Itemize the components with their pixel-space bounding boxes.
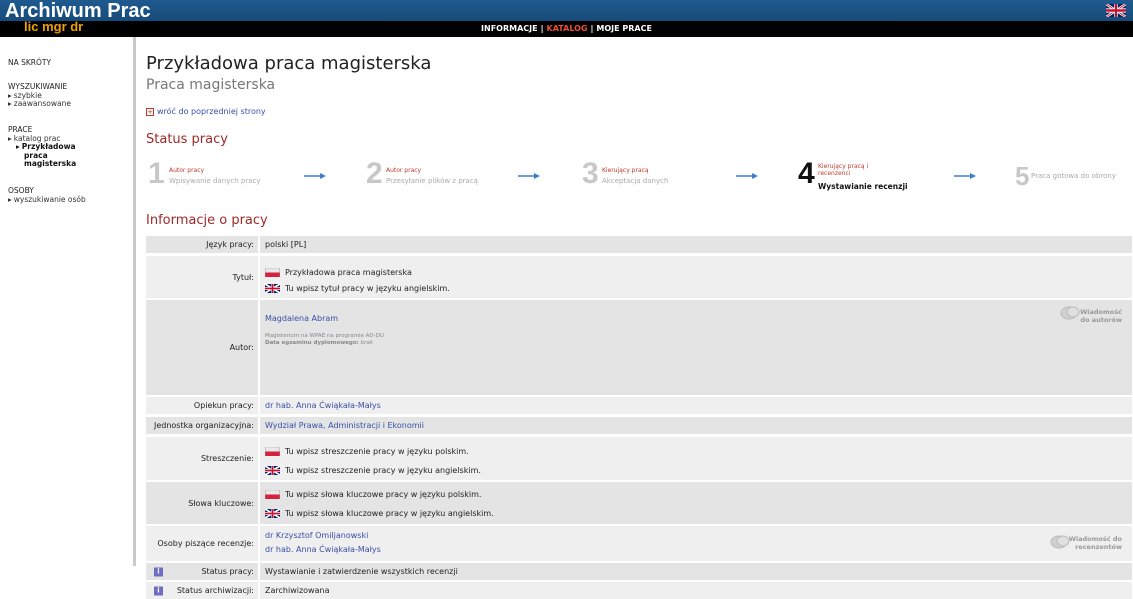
logo[interactable]: Archiwum Prac bbox=[5, 1, 151, 21]
uk-flag-icon bbox=[265, 466, 280, 475]
row-label: Streszczenie: bbox=[146, 437, 258, 480]
header-bar bbox=[0, 0, 1133, 21]
sidebar-item-current-work-line3[interactable]: magisterska bbox=[8, 159, 76, 169]
table-row-archive: i Status archiwizacji: Zarchiwizowana bbox=[146, 582, 1132, 599]
row-label: Opiekun pracy: bbox=[146, 397, 258, 414]
table-row-keywords: Słowa kluczowe: Tu wpisz słowa kluczowe … bbox=[146, 482, 1132, 524]
row-label: i Status archiwizacji: bbox=[146, 582, 258, 599]
status-heading: Status pracy bbox=[146, 132, 228, 147]
step-number: 3 bbox=[582, 157, 599, 190]
step-label: Kierujący pracą i recenzenci bbox=[818, 163, 869, 177]
info-heading: Informacje o pracy bbox=[146, 213, 268, 228]
step-description: Praca gotowa do obrony bbox=[1031, 172, 1116, 180]
sidebar-people: OSOBY wyszukiwanie osób bbox=[8, 186, 86, 205]
header: Archiwum Prac lic mgr dr INFORMACJE | KATA… bbox=[0, 0, 1133, 37]
sidebar-works: PRACE katalog prac Przykładowa praca mag… bbox=[8, 125, 76, 169]
uk-flag-icon bbox=[265, 284, 280, 293]
arrow-right-icon bbox=[954, 173, 976, 179]
row-label: Język pracy: bbox=[146, 236, 258, 253]
row-value: Przykładowa praca magisterska Tu wpisz t… bbox=[260, 256, 1132, 298]
step-description: Akceptacja danych bbox=[602, 177, 669, 185]
uk-flag-icon bbox=[265, 509, 280, 518]
table-row-reviewers: Osoby piszące recenzje: dr Krzysztof Omi… bbox=[146, 526, 1132, 561]
table-row-unit: Jednostka organizacyjna: Wydział Prawa, … bbox=[146, 417, 1132, 434]
sidebar-shortcuts-heading[interactable]: NA SKRÓTY bbox=[8, 58, 51, 68]
supervisor-link[interactable]: dr hab. Anna Ćwiąkała-Małys bbox=[260, 397, 1132, 414]
pl-flag-icon bbox=[265, 268, 280, 277]
step-number: 1 bbox=[148, 157, 165, 190]
step-description: Wystawianie recenzji bbox=[818, 182, 908, 191]
arrow-right-icon bbox=[736, 173, 758, 179]
pl-flag-icon bbox=[265, 490, 280, 499]
reviewer-link[interactable]: dr Krzysztof Omiljanowski bbox=[265, 529, 1132, 543]
row-label: Tytuł: bbox=[146, 256, 258, 298]
arrow-right-icon bbox=[518, 173, 540, 179]
sidebar-shortcuts: NA SKRÓTY bbox=[8, 58, 51, 68]
row-label: Jednostka organizacyjna: bbox=[146, 417, 258, 434]
row-value: Tu wpisz streszczenie pracy w języku pol… bbox=[260, 437, 1132, 480]
sidebar-item-advanced-search[interactable]: zaawansowane bbox=[8, 99, 71, 109]
page-title: Przykładowa praca magisterska bbox=[146, 53, 432, 74]
unit-link[interactable]: Wydział Prawa, Administracji i Ekonomii bbox=[260, 417, 1132, 434]
step-label: Autor pracy bbox=[169, 167, 205, 174]
sidebar-item-people-search[interactable]: wyszukiwanie osób bbox=[8, 195, 86, 205]
plus-icon: + bbox=[146, 107, 154, 116]
speech-bubble-icon[interactable] bbox=[1050, 535, 1070, 549]
step-number: 5 bbox=[1015, 161, 1030, 191]
sidebar: NA SKRÓTY WYSZUKIWANIE szybkie zaawansow… bbox=[0, 37, 136, 566]
arrow-right-icon bbox=[304, 173, 326, 179]
nav-informacje[interactable]: INFORMACJE bbox=[481, 24, 538, 33]
table-row-author: Autor: Magdalena Abram Magisterium na WP… bbox=[146, 300, 1132, 395]
info-icon[interactable]: i bbox=[154, 586, 163, 595]
back-link-text[interactable]: wróć do poprzedniej strony bbox=[157, 107, 266, 116]
step-label: Autor pracy bbox=[386, 167, 422, 174]
row-label: Autor: bbox=[146, 300, 258, 395]
row-value: Tu wpisz słowa kluczowe pracy w języku p… bbox=[260, 482, 1132, 524]
nav-moje-prace[interactable]: MOJE PRACE bbox=[596, 24, 652, 33]
author-exam-date: Data egzaminu dyplomowego: brak bbox=[265, 340, 373, 346]
nav-katalog[interactable]: KATALOG bbox=[547, 24, 588, 33]
step-description: Wpisywanie danych pracy bbox=[169, 177, 261, 185]
step-label: Kierujący pracą bbox=[602, 167, 649, 174]
reviewer-link[interactable]: dr hab. Anna Ćwiąkała-Małys bbox=[265, 543, 1132, 557]
step-number: 2 bbox=[366, 157, 383, 190]
top-navigation: INFORMACJE | KATALOG | MOJE PRACE bbox=[481, 24, 652, 33]
table-row-language: Język pracy: polski [PL] bbox=[146, 236, 1132, 253]
row-value: Magdalena Abram Magisterium na WPAE na p… bbox=[260, 300, 1132, 395]
status-steps: 1 Autor pracy Wpisywanie danych pracy 2 … bbox=[146, 159, 1133, 193]
row-label: Osoby piszące recenzje: bbox=[146, 526, 258, 561]
page-subtitle: Praca magisterska bbox=[146, 77, 276, 93]
step-number: 4 bbox=[798, 157, 815, 190]
pl-flag-icon bbox=[265, 447, 280, 456]
row-value: Zarchiwizowana bbox=[260, 582, 1132, 599]
row-label: Słowa kluczowe: bbox=[146, 482, 258, 524]
sidebar-search: WYSZUKIWANIE szybkie zaawansowane bbox=[8, 82, 71, 109]
message-reviewers-button[interactable]: Wiadomość do recenzentów bbox=[1069, 535, 1122, 551]
row-value: polski [PL] bbox=[260, 236, 1132, 253]
info-icon[interactable]: i bbox=[154, 567, 163, 576]
message-authors-button[interactable]: Wiadomość do autorów bbox=[1080, 308, 1122, 324]
table-row-abstract: Streszczenie: Tu wpisz streszczenie prac… bbox=[146, 437, 1132, 480]
row-value: dr Krzysztof Omiljanowski dr hab. Anna Ć… bbox=[260, 526, 1132, 561]
step-description: Przesyłanie plików z pracą bbox=[386, 177, 478, 185]
back-link[interactable]: + wróć do poprzedniej strony bbox=[146, 107, 266, 116]
author-link[interactable]: Magdalena Abram bbox=[265, 314, 1132, 323]
table-row-supervisor: Opiekun pracy: dr hab. Anna Ćwiąkała-Mał… bbox=[146, 397, 1132, 414]
author-program: Magisterium na WPAE na programie AD-DU bbox=[265, 333, 384, 339]
uk-flag-icon[interactable] bbox=[1106, 4, 1126, 17]
speech-bubble-icon[interactable] bbox=[1060, 306, 1080, 320]
table-row-title: Tytuł: Przykładowa praca magisterska Tu … bbox=[146, 256, 1132, 298]
